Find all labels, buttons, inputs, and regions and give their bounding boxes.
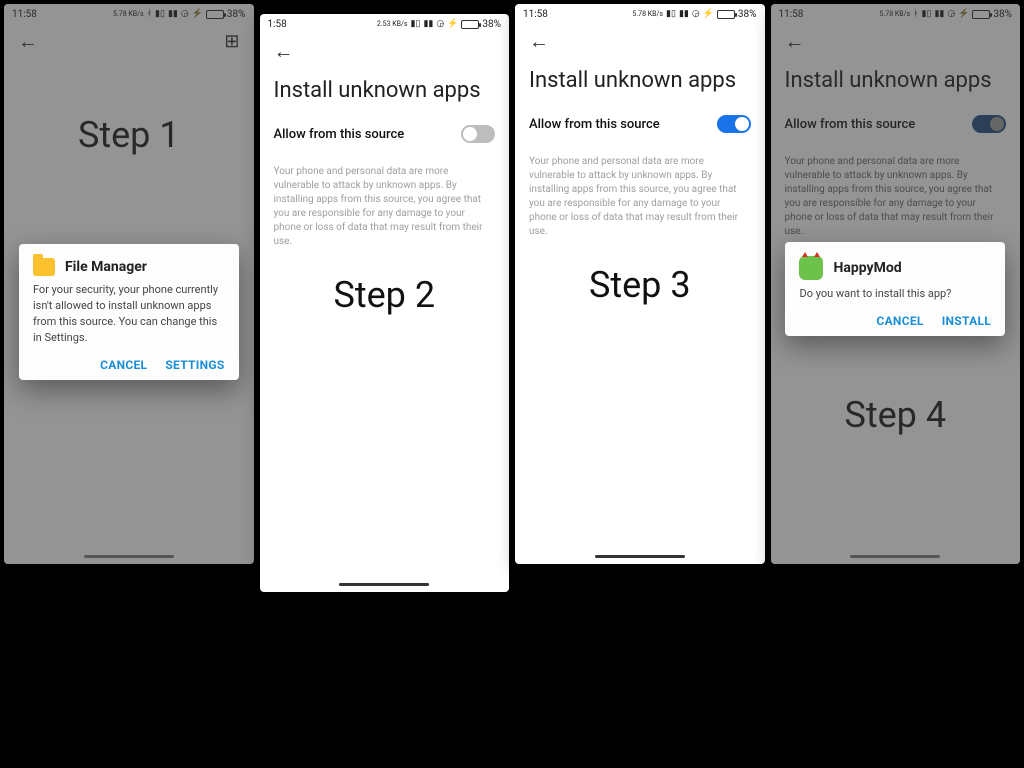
bluetooth-icon: ᚼ bbox=[147, 10, 152, 19]
wifi-icon: ◶ bbox=[181, 10, 189, 19]
clock-text: 11:58 bbox=[523, 9, 548, 20]
signal-icon: ▮▯ bbox=[155, 10, 165, 19]
allow-source-row[interactable]: Allow from this source bbox=[771, 107, 1021, 143]
warning-text: Your phone and personal data are more vu… bbox=[771, 143, 1021, 239]
clock-text: 1:58 bbox=[268, 19, 287, 30]
net-rate: 5.78 KB/s bbox=[879, 11, 910, 18]
battery-charging-icon: ⚡ bbox=[958, 10, 969, 19]
status-bar: 11:58 5.78 KB/s ᚼ ▮▯ ▮▮ ◶ ⚡ 38% bbox=[771, 4, 1021, 24]
home-indicator[interactable] bbox=[850, 555, 940, 558]
dialog-title: File Manager bbox=[65, 259, 147, 275]
install-dialog: HappyMod Do you want to install this app… bbox=[785, 242, 1005, 336]
nav-row: ← bbox=[515, 24, 765, 58]
battery-pct: 38% bbox=[738, 9, 757, 20]
battery-icon bbox=[972, 10, 990, 19]
dialog-title: HappyMod bbox=[833, 260, 901, 276]
clock-text: 11:58 bbox=[779, 9, 804, 20]
allow-toggle-off[interactable] bbox=[461, 125, 495, 143]
signal-icon: ▮▯ bbox=[666, 10, 676, 19]
page-title: Install unknown apps bbox=[771, 58, 1021, 107]
signal-icon-2: ▮▮ bbox=[679, 10, 689, 19]
step-label-4: Step 4 bbox=[844, 394, 946, 436]
signal-icon-2: ▮▮ bbox=[934, 10, 944, 19]
wifi-icon: ◶ bbox=[692, 10, 700, 19]
nav-row: ← ⊞ bbox=[4, 24, 254, 58]
step-label-2: Step 2 bbox=[333, 274, 435, 316]
home-indicator[interactable] bbox=[595, 555, 685, 558]
status-bar: 11:58 5.78 KB/s ▮▯ ▮▮ ◶ ⚡ 38% bbox=[515, 4, 765, 24]
folder-icon bbox=[33, 258, 55, 276]
battery-pct: 38% bbox=[482, 19, 501, 30]
status-bar: 11:58 5.78 KB/s ᚼ ▮▯ ▮▮ ◶ ⚡ 38% bbox=[4, 4, 254, 24]
home-indicator[interactable] bbox=[84, 555, 174, 558]
wifi-icon: ◶ bbox=[436, 20, 444, 29]
phone-row: 11:58 5.78 KB/s ᚼ ▮▯ ▮▮ ◶ ⚡ 38% ← ⊞ Step… bbox=[0, 0, 1024, 592]
battery-charging-icon: ⚡ bbox=[447, 20, 458, 29]
net-rate: 2.53 KB/s bbox=[377, 21, 408, 28]
step-label-3: Step 3 bbox=[589, 264, 691, 306]
security-dialog: File Manager For your security, your pho… bbox=[19, 244, 239, 380]
wifi-icon: ◶ bbox=[947, 10, 955, 19]
phone-step-1: 11:58 5.78 KB/s ᚼ ▮▯ ▮▮ ◶ ⚡ 38% ← ⊞ Step… bbox=[4, 4, 254, 564]
battery-pct: 38% bbox=[227, 9, 246, 20]
allow-label: Allow from this source bbox=[785, 117, 916, 132]
warning-text: Your phone and personal data are more vu… bbox=[260, 153, 510, 249]
cancel-button[interactable]: CANCEL bbox=[876, 314, 923, 328]
battery-charging-icon: ⚡ bbox=[703, 10, 714, 19]
phone-step-2: 1:58 2.53 KB/s ▮▯ ▮▮ ◶ ⚡ 38% ← Install u… bbox=[260, 14, 510, 592]
warning-text: Your phone and personal data are more vu… bbox=[515, 143, 765, 239]
net-rate: 5.78 KB/s bbox=[632, 11, 663, 18]
back-icon[interactable]: ← bbox=[18, 29, 38, 54]
net-rate: 5.78 KB/s bbox=[113, 11, 144, 18]
back-icon[interactable]: ← bbox=[274, 39, 294, 64]
dialog-body: Do you want to install this app? bbox=[799, 286, 991, 302]
allow-label: Allow from this source bbox=[529, 117, 660, 132]
settings-button[interactable]: SETTINGS bbox=[165, 358, 224, 372]
nav-row: ← bbox=[260, 34, 510, 68]
happymod-icon bbox=[799, 256, 823, 280]
cancel-button[interactable]: CANCEL bbox=[100, 358, 147, 372]
battery-pct: 38% bbox=[993, 9, 1012, 20]
bluetooth-icon: ᚼ bbox=[913, 10, 918, 19]
home-indicator[interactable] bbox=[339, 583, 429, 586]
allow-label: Allow from this source bbox=[274, 127, 405, 142]
signal-icon-2: ▮▮ bbox=[423, 20, 433, 29]
nav-row: ← bbox=[771, 24, 1021, 58]
back-icon[interactable]: ← bbox=[785, 29, 805, 54]
page-title: Install unknown apps bbox=[515, 58, 765, 107]
signal-icon: ▮▯ bbox=[411, 20, 421, 29]
signal-icon-2: ▮▮ bbox=[168, 10, 178, 19]
allow-toggle-on[interactable] bbox=[717, 115, 751, 133]
phone-step-4: 11:58 5.78 KB/s ᚼ ▮▯ ▮▮ ◶ ⚡ 38% ← Instal… bbox=[771, 4, 1021, 564]
clock-text: 11:58 bbox=[12, 9, 37, 20]
status-bar: 1:58 2.53 KB/s ▮▯ ▮▮ ◶ ⚡ 38% bbox=[260, 14, 510, 34]
back-icon[interactable]: ← bbox=[529, 29, 549, 54]
signal-icon: ▮▯ bbox=[922, 10, 932, 19]
page-title: Install unknown apps bbox=[260, 68, 510, 117]
allow-source-row[interactable]: Allow from this source bbox=[515, 107, 765, 143]
new-folder-icon[interactable]: ⊞ bbox=[224, 31, 239, 52]
battery-icon bbox=[206, 10, 224, 19]
battery-charging-icon: ⚡ bbox=[192, 10, 203, 19]
battery-icon bbox=[717, 10, 735, 19]
phone-step-3: 11:58 5.78 KB/s ▮▯ ▮▮ ◶ ⚡ 38% ← Install … bbox=[515, 4, 765, 564]
battery-icon bbox=[461, 20, 479, 29]
allow-source-row[interactable]: Allow from this source bbox=[260, 117, 510, 153]
install-button[interactable]: INSTALL bbox=[942, 314, 991, 328]
allow-toggle-on[interactable] bbox=[972, 115, 1006, 133]
step-label-1: Step 1 bbox=[78, 114, 180, 156]
dialog-body: For your security, your phone currently … bbox=[33, 282, 225, 346]
